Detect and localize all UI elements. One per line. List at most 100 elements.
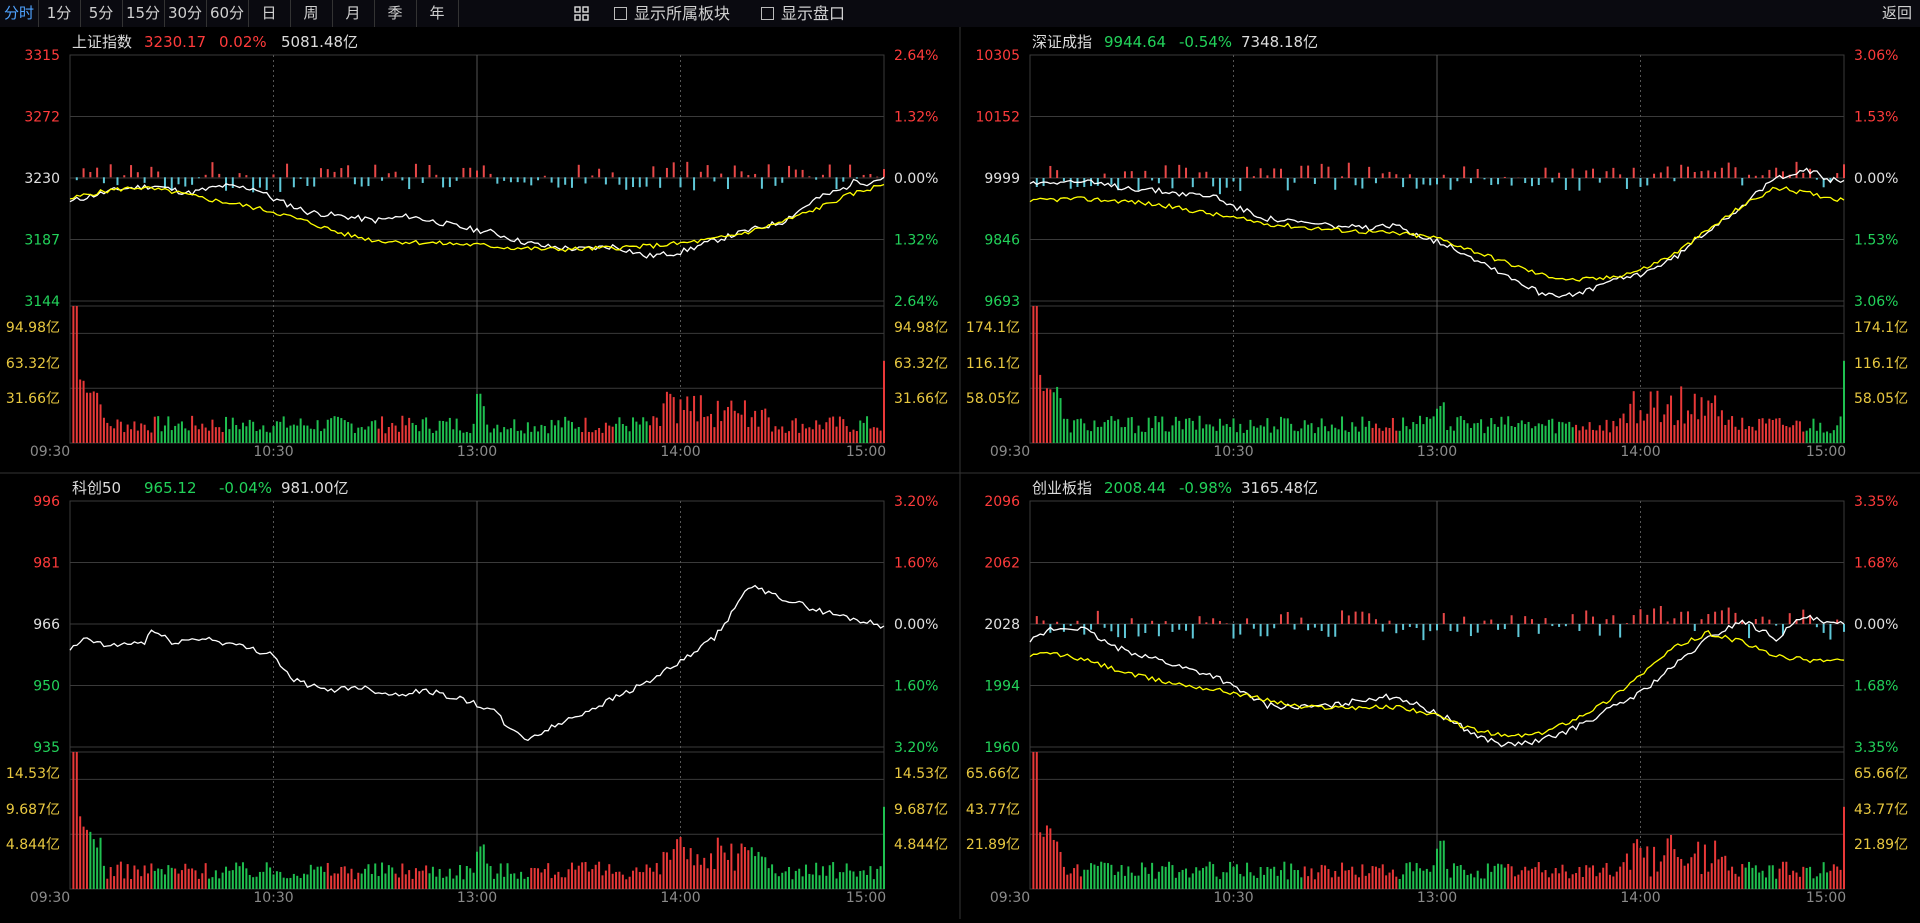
- pct-tick-label: 3.06%: [1854, 294, 1898, 310]
- volume-bar: [1361, 864, 1363, 889]
- breadth-bar: [1721, 168, 1723, 178]
- volume-bar: [591, 432, 593, 443]
- grid-layout-icon[interactable]: [574, 6, 590, 22]
- volume-bar: [839, 417, 841, 443]
- volume-bar: [167, 416, 169, 443]
- volume-bar: [398, 432, 400, 443]
- volume-bar: [1646, 414, 1648, 443]
- show-sector-checkbox[interactable]: 显示所属板块: [614, 0, 730, 27]
- breadth-bar: [747, 175, 749, 177]
- volume-bar: [1660, 862, 1662, 889]
- volume-bar: [625, 879, 627, 889]
- breadth-bar: [1300, 166, 1302, 178]
- time-tick-label: 09:30: [990, 890, 1030, 906]
- tab-period-7[interactable]: 周: [290, 0, 333, 27]
- breadth-bar: [1599, 178, 1601, 183]
- volume-bar: [1409, 429, 1411, 443]
- breadth-bar: [110, 164, 112, 177]
- tab-period-9[interactable]: 季: [374, 0, 417, 27]
- volume-bar: [483, 406, 485, 443]
- breadth-bar: [1110, 624, 1112, 631]
- volume-bar: [1263, 875, 1265, 889]
- volume-bar: [1175, 417, 1177, 443]
- volume-bar: [1144, 867, 1146, 889]
- volume-bar: [150, 433, 152, 443]
- volume-bar: [1667, 838, 1669, 889]
- tab-period-2[interactable]: 5分: [80, 0, 123, 27]
- breadth-bar: [367, 177, 369, 186]
- volume-bar: [452, 879, 454, 889]
- volume-bar: [1144, 432, 1146, 443]
- volume-bar: [578, 866, 580, 889]
- tab-period-10[interactable]: 年: [416, 0, 459, 27]
- volume-bar: [401, 416, 403, 443]
- volume-bar: [774, 873, 776, 889]
- volume-bar: [1199, 871, 1201, 889]
- tab-period-4[interactable]: 30分: [164, 0, 207, 27]
- tab-period-8[interactable]: 月: [332, 0, 375, 27]
- pct-tick-label: 3.35%: [1854, 740, 1898, 756]
- volume-bar: [1453, 431, 1455, 443]
- volume-bar: [83, 381, 85, 443]
- volume-bar: [479, 846, 481, 889]
- tab-period-0[interactable]: 分时: [0, 0, 39, 27]
- volume-bar: [1741, 418, 1743, 443]
- volume-bar: [785, 871, 787, 889]
- breadth-bar: [1619, 624, 1621, 638]
- volume-bar: [659, 426, 661, 443]
- volume-bar: [76, 752, 78, 889]
- volume-bar: [663, 403, 665, 443]
- breadth-bar: [1483, 621, 1485, 624]
- volume-bar: [771, 864, 773, 889]
- volume-bar: [330, 876, 332, 889]
- time-tick-label: 13:00: [1417, 444, 1457, 460]
- volume-bar: [741, 415, 743, 443]
- volume-bar: [415, 868, 417, 889]
- volume-bar: [1636, 423, 1638, 443]
- volume-bar: [1100, 862, 1102, 889]
- volume-bar: [517, 879, 519, 889]
- volume-bar: [429, 429, 431, 443]
- volume-bar: [1640, 410, 1642, 443]
- show-orderbook-checkbox[interactable]: 显示盘口: [761, 0, 845, 27]
- volume-bar: [754, 856, 756, 889]
- volume-bar: [829, 418, 831, 443]
- volume-bar: [89, 393, 91, 443]
- volume-bar: [1796, 873, 1798, 889]
- breadth-bar: [1565, 178, 1567, 190]
- tab-period-3[interactable]: 15分: [122, 0, 165, 27]
- volume-bar: [239, 866, 241, 889]
- volume-bar: [1307, 425, 1309, 443]
- volume-bar: [1741, 864, 1743, 889]
- volume-label-right: 9.687亿: [894, 802, 948, 818]
- breadth-bar: [659, 177, 661, 188]
- volume-bar: [1260, 867, 1262, 889]
- volume-bar: [1762, 871, 1764, 889]
- volume-bar: [1833, 430, 1835, 443]
- volume-bar: [598, 862, 600, 889]
- volume-bar: [1799, 421, 1801, 443]
- volume-bar: [652, 872, 654, 889]
- back-button[interactable]: 返回: [1882, 0, 1912, 27]
- breadth-bar: [1063, 178, 1065, 181]
- checkbox-icon[interactable]: [614, 7, 627, 20]
- breadth-bar: [1755, 176, 1757, 178]
- volume-bar: [1341, 416, 1343, 443]
- volume-bar: [245, 426, 247, 443]
- breadth-bar: [1104, 624, 1106, 628]
- volume-bar: [727, 860, 729, 889]
- checkbox-icon[interactable]: [761, 7, 774, 20]
- volume-bar: [747, 850, 749, 889]
- volume-bar: [1629, 870, 1631, 889]
- tab-period-5[interactable]: 60分: [206, 0, 249, 27]
- volume-bar: [1806, 868, 1808, 889]
- volume-bar: [1517, 423, 1519, 443]
- volume-bar: [449, 418, 451, 443]
- tab-period-1[interactable]: 1分: [38, 0, 81, 27]
- volume-bar: [79, 816, 81, 889]
- tab-period-6[interactable]: 日: [248, 0, 291, 27]
- volume-bar: [1812, 419, 1814, 443]
- breadth-bar: [815, 177, 817, 179]
- volume-bar: [880, 866, 882, 889]
- volume-bar: [1829, 871, 1831, 889]
